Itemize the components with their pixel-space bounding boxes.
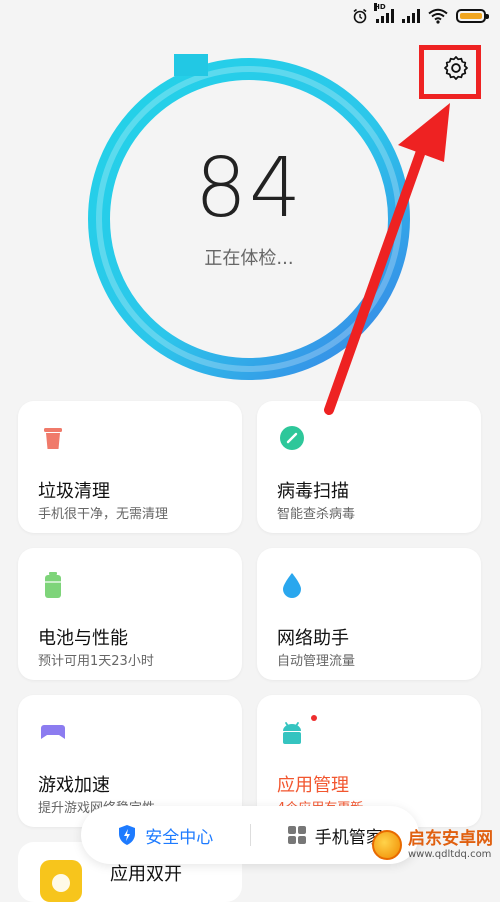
watermark: 启东安卓网 www.qdltdq.com (372, 830, 493, 860)
card-title: 应用管理 (277, 775, 349, 796)
card-virus-scan[interactable]: 病毒扫描 智能查杀病毒 (257, 401, 481, 533)
android-icon (283, 722, 301, 744)
annotation-highlight-box (419, 45, 481, 99)
bottom-nav: 安全中心 手机管家 (81, 806, 419, 864)
watermark-url: www.qdltdq.com (408, 848, 492, 860)
card-subtitle: 自动管理流量 (277, 654, 356, 669)
nav-security-center[interactable]: 安全中心 (81, 823, 250, 848)
hd-label: HD (374, 3, 386, 11)
battery-icon (456, 9, 489, 23)
grid-icon (287, 826, 306, 844)
card-title: 垃圾清理 (38, 481, 110, 502)
signal-hd-icon: HD (374, 3, 394, 23)
card-network-assistant[interactable]: 网络助手 自动管理流量 (257, 548, 481, 680)
score-status: 正在体检... (204, 248, 294, 269)
virus-scan-icon (280, 426, 304, 450)
card-subtitle: 预计可用1天23小时 (38, 654, 154, 669)
card-subtitle: 智能查杀病毒 (277, 507, 356, 522)
battery-fill (460, 13, 482, 19)
alarm-clock-icon (353, 8, 367, 24)
shield-bolt-icon (119, 825, 136, 845)
card-battery-performance[interactable]: 电池与性能 预计可用1天23小时 (18, 548, 242, 680)
card-subtitle: 手机很干净，无需清理 (38, 507, 169, 522)
card-title: 网络助手 (277, 628, 349, 649)
battery-icon (45, 572, 61, 598)
card-title: 游戏加速 (38, 775, 110, 796)
watermark-main: 启东安卓网 (408, 829, 493, 850)
card-junk-cleaner[interactable]: 垃圾清理 手机很干净，无需清理 (18, 401, 242, 533)
status-icons: HD (352, 3, 489, 24)
wifi-icon (428, 8, 448, 24)
update-dot (311, 715, 317, 721)
nav-label: 安全中心 (145, 827, 214, 848)
status-bar: HD (0, 0, 500, 36)
signal-icon (402, 9, 420, 23)
trash-icon (44, 428, 62, 449)
score-value: 84 (194, 141, 304, 236)
card-title: 电池与性能 (38, 628, 128, 649)
gamepad-icon (41, 725, 65, 739)
water-drop-icon (283, 573, 301, 598)
watermark-logo (372, 830, 402, 860)
dual-apps-icon (40, 860, 82, 902)
watermark-text: 启东安卓网 www.qdltdq.com (408, 830, 493, 860)
card-title: 病毒扫描 (277, 481, 349, 502)
